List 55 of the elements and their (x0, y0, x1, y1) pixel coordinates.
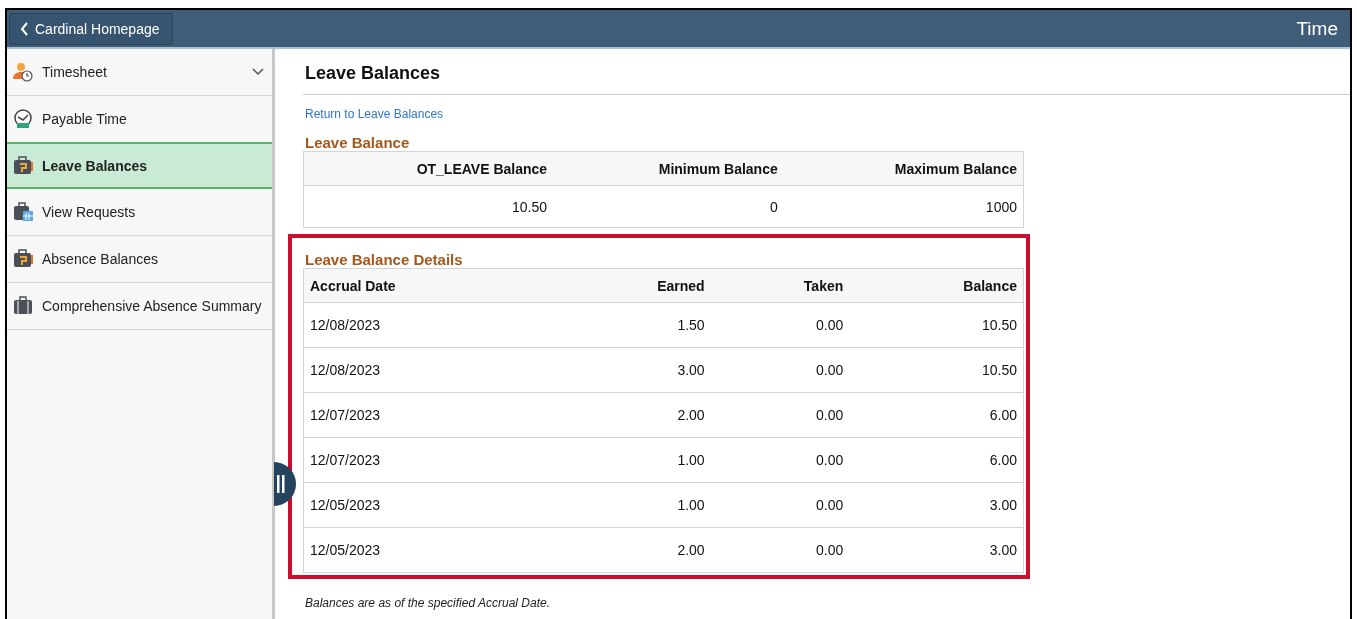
table-cell: 0.00 (710, 392, 850, 438)
back-button[interactable]: Cardinal Homepage (9, 12, 173, 45)
chevron-left-icon (20, 21, 29, 36)
table-cell: 6.00 (849, 437, 1024, 483)
return-link[interactable]: Return to Leave Balances (305, 107, 444, 121)
table-cell: 0 (553, 185, 784, 228)
chevron-down-icon[interactable] (252, 68, 264, 76)
briefcase-calendar-icon (12, 202, 34, 222)
table-cell: 10.50 (303, 185, 554, 228)
table-cell: 6.00 (849, 392, 1024, 438)
page-title: Leave Balances (303, 63, 1350, 95)
sidebar-item[interactable]: Comprehensive Absence Summary (7, 283, 272, 330)
table-cell: 12/05/2023 (303, 527, 505, 573)
column-header: Taken (710, 268, 850, 303)
table-cell: 0.00 (710, 482, 850, 528)
header-title: Time (1296, 17, 1338, 40)
table-cell: 12/08/2023 (303, 347, 505, 393)
table-cell: 1.50 (504, 302, 711, 348)
briefcase-icon (12, 296, 34, 316)
table-cell: 10.50 (849, 347, 1024, 393)
table-cell: 3.00 (504, 347, 711, 393)
table-cell: 3.00 (849, 527, 1024, 573)
table-cell: 0.00 (710, 302, 850, 348)
table-cell: 0.00 (710, 347, 850, 393)
table-cell: 12/07/2023 (303, 392, 505, 438)
column-header: Earned (504, 268, 711, 303)
person-clock-icon (12, 62, 34, 82)
column-header: Accrual Date (303, 268, 505, 303)
column-header: Maximum Balance (783, 151, 1024, 186)
table-cell: 1000 (783, 185, 1024, 228)
table-cell: 12/05/2023 (303, 482, 505, 528)
sidebar-item[interactable]: Absence Balances (7, 236, 272, 283)
column-header: Balance (849, 268, 1024, 303)
sidebar-item[interactable]: Timesheet (7, 49, 272, 96)
table-cell: 10.50 (849, 302, 1024, 348)
table-cell: 3.00 (849, 482, 1024, 528)
column-header: OT_LEAVE Balance (303, 151, 554, 186)
table-cell: 0.00 (710, 437, 850, 483)
table-cell: 0.00 (710, 527, 850, 573)
section-title: Leave Balance (304, 134, 410, 151)
sidebar-item[interactable]: View Requests (7, 189, 272, 236)
table-cell: 1.00 (504, 437, 711, 483)
sidebar-item[interactable]: Leave Balances (7, 142, 272, 189)
column-header: Minimum Balance (553, 151, 784, 186)
section-title: Leave Balance Details (304, 251, 464, 268)
table-cell: 2.00 (504, 392, 711, 438)
table-cell: 12/07/2023 (303, 437, 505, 483)
briefcase-icon (12, 249, 34, 269)
footnote: Balances are as of the specified Accrual Date. (305, 596, 551, 610)
table-cell: 1.00 (504, 482, 711, 528)
table-cell: 12/08/2023 (303, 302, 505, 348)
briefcase-icon (12, 155, 34, 176)
clock-icon (12, 109, 34, 129)
table-cell: 2.00 (504, 527, 711, 573)
collapse-handle[interactable] (274, 462, 296, 506)
